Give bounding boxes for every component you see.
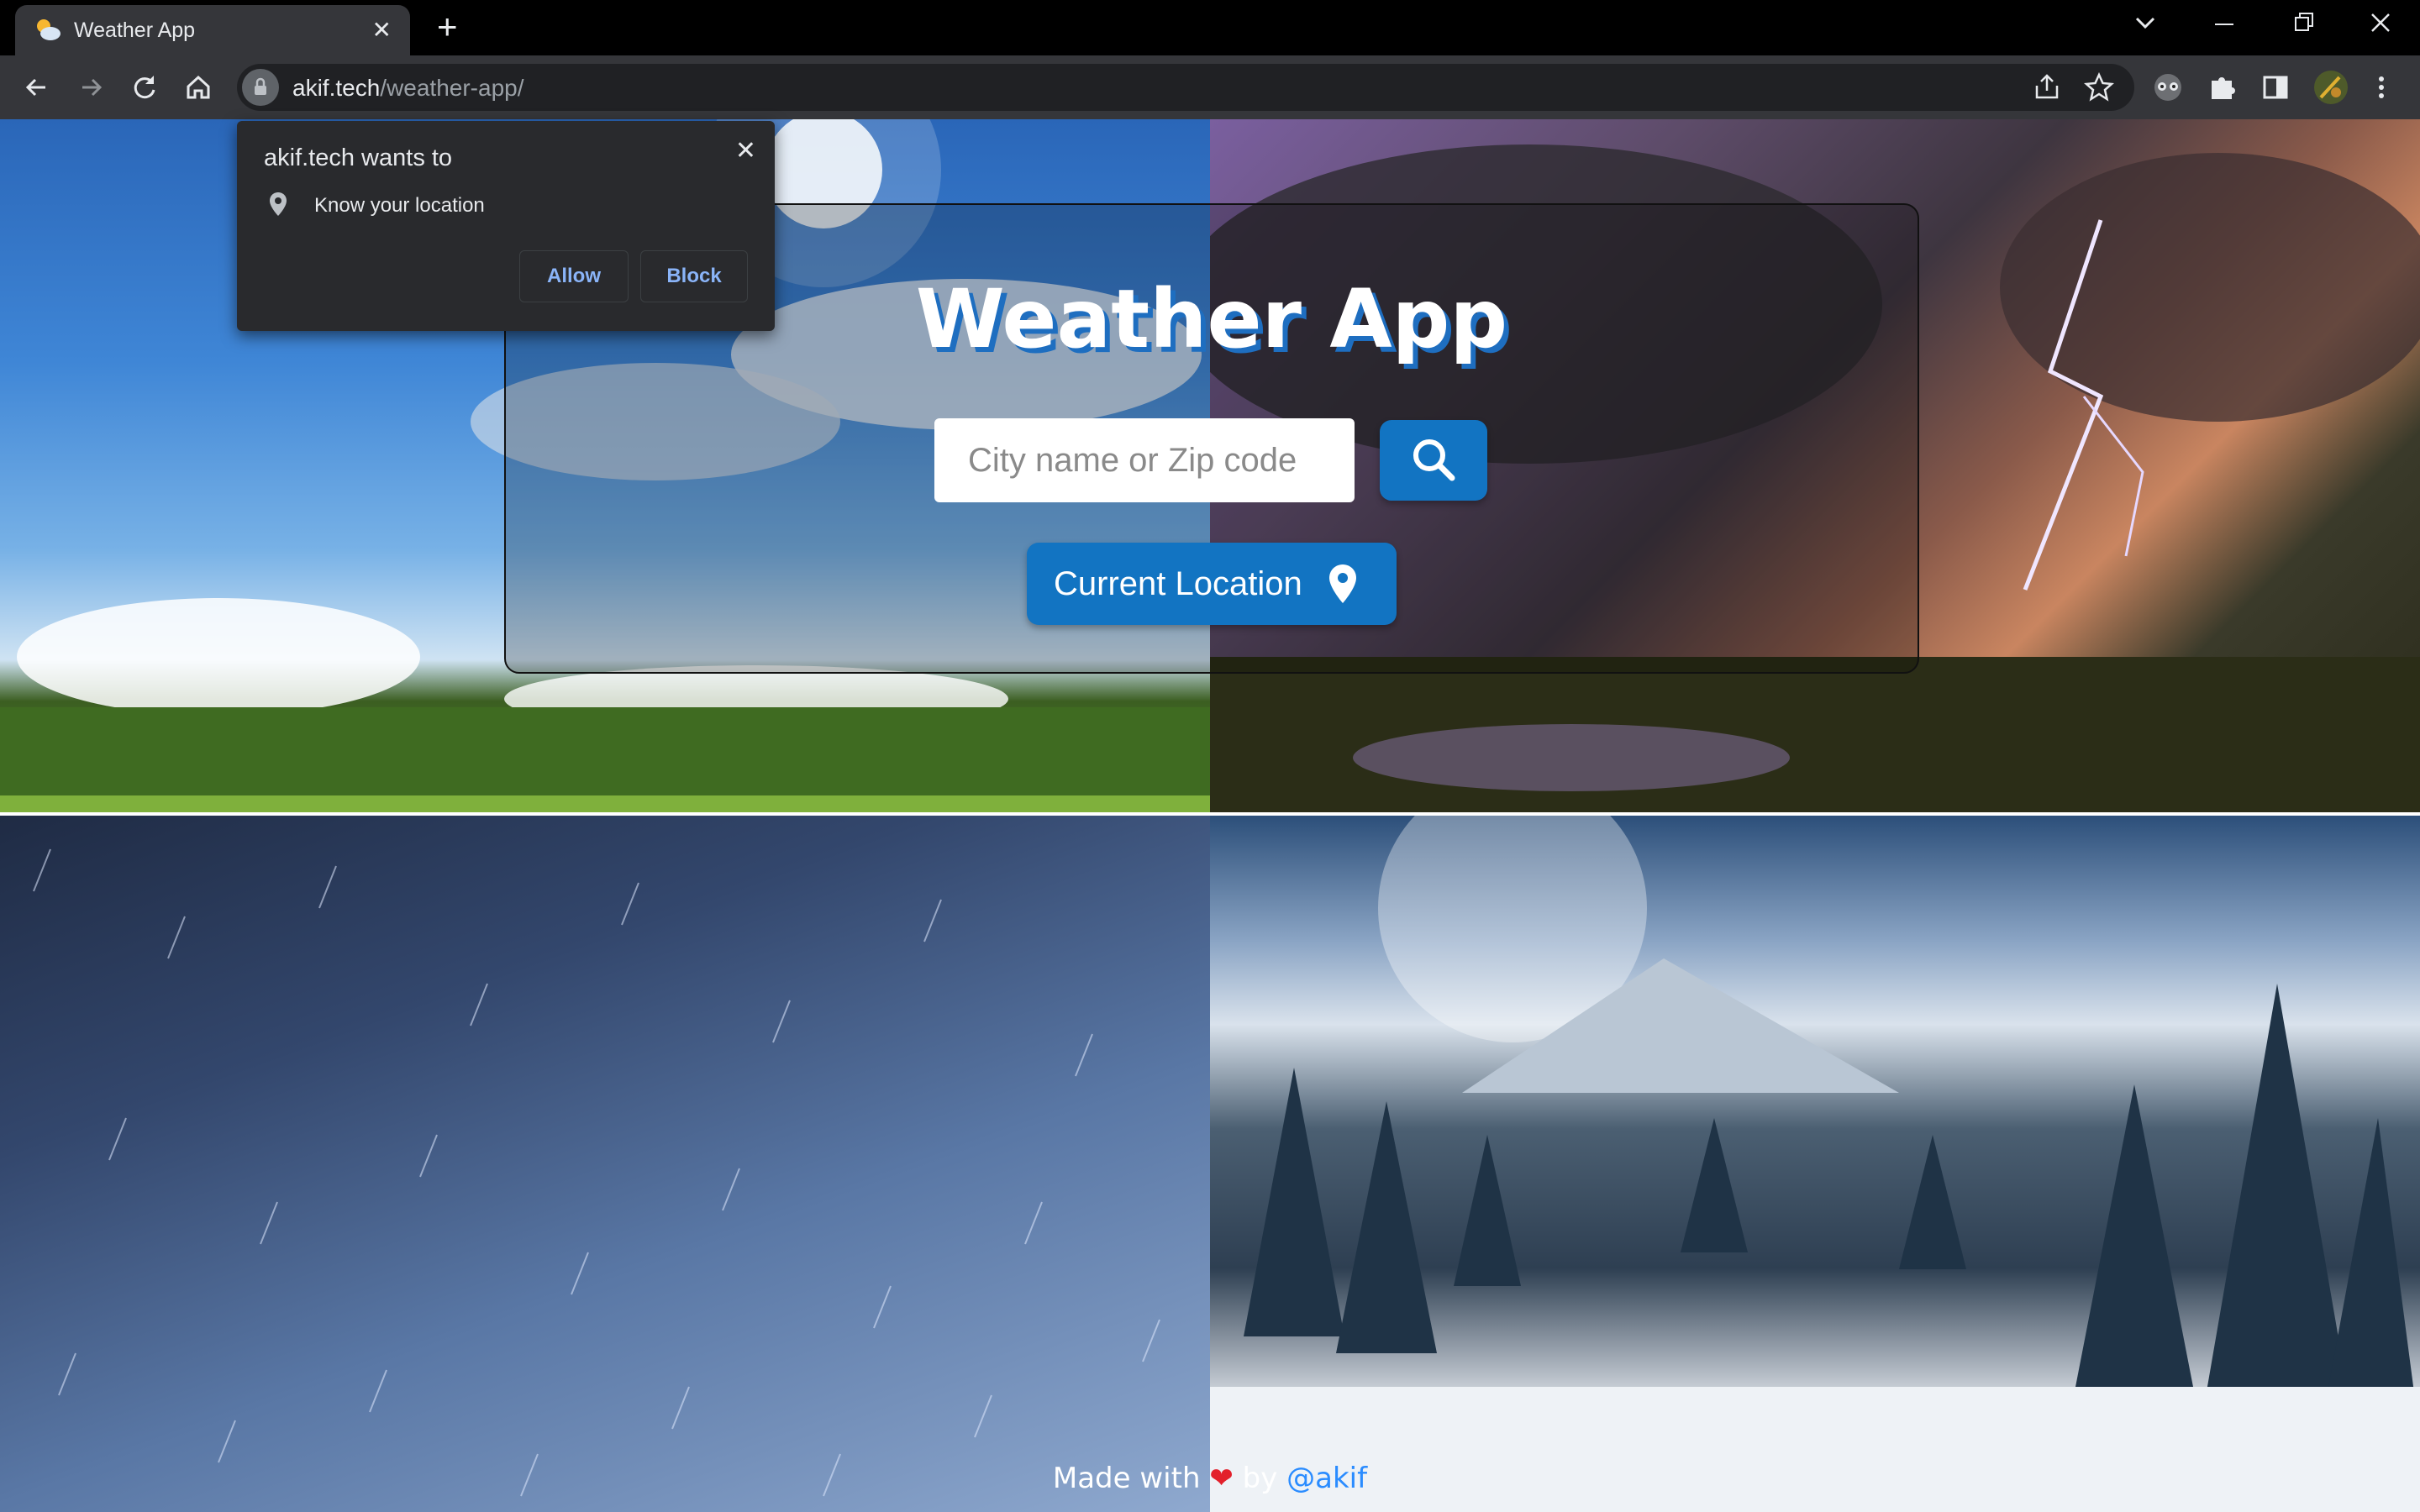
author-link[interactable]: @akif [1286,1462,1367,1495]
weather-favicon-icon [37,19,60,40]
permission-request-text: Know your location [314,194,485,217]
close-window-icon[interactable] [2370,12,2391,34]
restore-icon[interactable] [2294,12,2316,34]
site-info-button[interactable] [242,69,279,106]
current-location-label: Current Location [1054,564,1302,602]
tab-title: Weather App [74,18,196,42]
permission-title: akif.tech wants to [264,144,453,171]
snow-background-image [1210,816,2420,1512]
allow-button[interactable]: Allow [519,250,629,302]
close-icon[interactable]: ✕ [735,136,756,165]
browser-tab[interactable]: Weather App ✕ [15,5,410,55]
minimize-icon[interactable] [2215,24,2237,27]
rain-background-image [0,816,1210,1512]
more-menu-icon[interactable] [2373,72,2390,102]
new-tab-button[interactable]: + [437,9,458,45]
heart-icon: ❤ [1209,1462,1234,1495]
side-panel-icon[interactable] [2260,72,2291,102]
map-pin-icon [1329,564,1356,603]
tab-search-chevron-icon[interactable] [2134,15,2156,30]
home-icon[interactable] [182,71,215,104]
search-icon [1413,438,1455,480]
bookmark-star-icon[interactable] [2084,72,2114,102]
location-pin-icon [270,192,287,216]
background-divider [0,812,2420,816]
block-button[interactable]: Block [640,250,748,302]
tab-strip: Weather App ✕ + [0,0,2420,55]
back-icon[interactable] [20,71,54,104]
footer-credit: Made with ❤ by @akif [0,1462,2420,1495]
current-location-button[interactable]: Current Location [1027,543,1397,625]
lock-icon [255,77,266,95]
tab-close-icon[interactable]: ✕ [372,18,392,42]
search-button[interactable] [1380,420,1487,501]
extension-avatar-icon[interactable] [2151,72,2185,102]
address-bar[interactable]: akif.tech/weather-app/ [237,64,2134,111]
forward-icon[interactable] [74,71,108,104]
city-search-input[interactable] [934,418,1355,502]
extensions-puzzle-icon[interactable] [2207,72,2237,102]
reload-icon[interactable] [128,71,161,104]
footer-by: by [1242,1462,1278,1495]
profile-avatar-icon[interactable] [2312,69,2349,106]
url-text: akif.tech/weather-app/ [292,75,524,101]
footer-made-with: Made with [1052,1462,1201,1495]
location-permission-prompt: akif.tech wants to ✕ Know your location … [237,121,775,331]
browser-toolbar: akif.tech/weather-app/ [0,55,2420,119]
share-icon[interactable] [2032,72,2062,102]
